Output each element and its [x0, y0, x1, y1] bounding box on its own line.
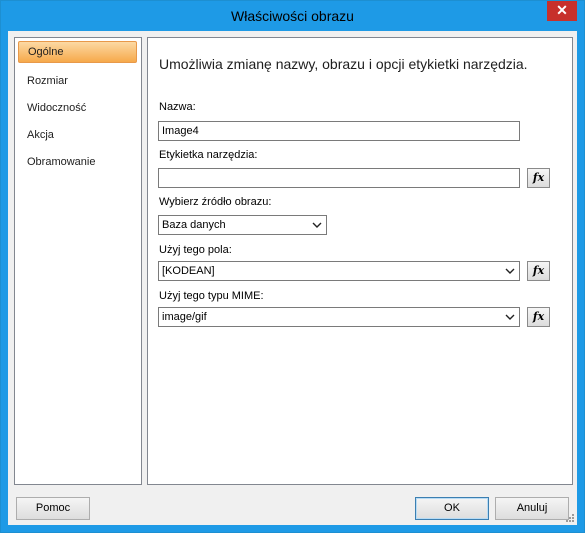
panel-heading: Umożliwia zmianę nazwy, obrazu i opcji e…: [159, 56, 528, 72]
field-dropdown-value: [KODEAN]: [162, 265, 215, 277]
source-dropdown[interactable]: Baza danych: [158, 215, 327, 235]
chevron-down-icon: [312, 222, 322, 228]
chevron-down-icon: [505, 268, 515, 274]
sidebar-item-obramowanie[interactable]: Obramowanie: [18, 151, 137, 173]
name-input[interactable]: Image4: [158, 121, 520, 141]
cancel-button[interactable]: Anuluj: [495, 497, 569, 520]
name-label: Nazwa:: [159, 101, 196, 113]
dialog-window: Właściwości obrazu ✕ Ogólne Rozmiar Wido…: [0, 0, 585, 533]
mime-expression-button[interactable]: fx: [527, 307, 550, 327]
window-title: Właściwości obrazu: [231, 8, 354, 24]
mime-dropdown[interactable]: image/gif: [158, 307, 520, 327]
sidebar-item-akcja[interactable]: Akcja: [18, 124, 137, 146]
sidebar-item-rozmiar[interactable]: Rozmiar: [18, 70, 137, 92]
help-button[interactable]: Pomoc: [16, 497, 90, 520]
resize-grip-icon[interactable]: [565, 513, 575, 523]
ok-button[interactable]: OK: [415, 497, 489, 520]
sidebar: Ogólne Rozmiar Widoczność Akcja Obramowa…: [14, 37, 142, 485]
tooltip-input[interactable]: [158, 168, 520, 188]
field-label: Użyj tego pola:: [159, 244, 232, 256]
tooltip-expression-button[interactable]: fx: [527, 168, 550, 188]
dialog-client-area: Ogólne Rozmiar Widoczność Akcja Obramowa…: [8, 31, 577, 525]
source-label: Wybierz źródło obrazu:: [159, 196, 272, 208]
title-bar[interactable]: Właściwości obrazu ✕: [1, 1, 584, 31]
mime-dropdown-value: image/gif: [162, 311, 207, 323]
tooltip-label: Etykietka narzędzia:: [159, 149, 258, 161]
general-panel: Umożliwia zmianę nazwy, obrazu i opcji e…: [147, 37, 573, 485]
sidebar-item-ogolne[interactable]: Ogólne: [18, 41, 137, 63]
close-button[interactable]: ✕: [547, 1, 577, 21]
sidebar-item-widocznosc[interactable]: Widoczność: [18, 97, 137, 119]
mime-label: Użyj tego typu MIME:: [159, 290, 264, 302]
field-dropdown[interactable]: [KODEAN]: [158, 261, 520, 281]
source-dropdown-value: Baza danych: [162, 219, 226, 231]
chevron-down-icon: [505, 314, 515, 320]
field-expression-button[interactable]: fx: [527, 261, 550, 281]
